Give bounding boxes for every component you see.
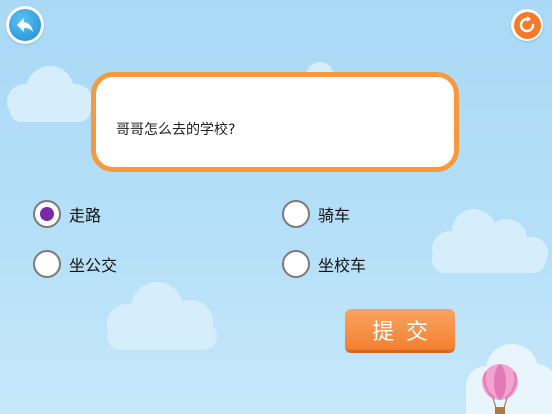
selected-dot: [40, 207, 54, 221]
radio-button[interactable]: [33, 250, 61, 278]
radio-button[interactable]: [282, 200, 310, 228]
cloud-decoration: [107, 282, 217, 350]
back-arrow-icon: [17, 18, 33, 32]
option-label: 走路: [69, 206, 102, 225]
back-button[interactable]: [6, 6, 44, 44]
question-card: 哥哥怎么去的学校?: [91, 72, 459, 172]
submit-button[interactable]: 提交: [345, 309, 455, 353]
cloud-decoration: [7, 66, 93, 122]
option-label: 坐校车: [318, 256, 367, 275]
option-walk[interactable]: 走路: [33, 200, 101, 228]
option-label: 骑车: [318, 206, 351, 225]
question-text: 哥哥怎么去的学校?: [116, 122, 236, 138]
hot-air-balloon-icon: [482, 364, 518, 414]
option-bus[interactable]: 坐公交: [33, 250, 117, 278]
radio-button[interactable]: [33, 200, 61, 228]
refresh-button[interactable]: [511, 9, 543, 41]
option-school-bus[interactable]: 坐校车: [282, 250, 366, 278]
option-bike[interactable]: 骑车: [282, 200, 350, 228]
option-label: 坐公交: [69, 256, 118, 275]
cloud-decoration: [432, 209, 548, 273]
radio-button[interactable]: [282, 250, 310, 278]
refresh-icon: [519, 16, 535, 33]
